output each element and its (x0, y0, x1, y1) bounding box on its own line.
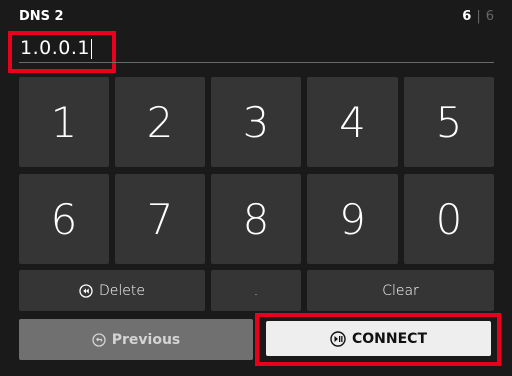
previous-label: Previous (111, 331, 181, 348)
connect-label: CONNECT (352, 330, 427, 347)
key-0[interactable]: 0 (404, 174, 494, 264)
key-9[interactable]: 9 (307, 174, 398, 264)
previous-button[interactable]: Previous (19, 319, 253, 360)
key-6[interactable]: 6 (19, 174, 109, 264)
dns-input[interactable]: 1.0.0.1 (20, 37, 92, 59)
key-7[interactable]: 7 (115, 174, 205, 264)
key-8[interactable]: 8 (211, 174, 301, 264)
key-2[interactable]: 2 (115, 77, 205, 167)
dialog-title: DNS 2 (19, 9, 64, 24)
clear-button[interactable]: Clear (307, 270, 494, 311)
play-pause-circle-icon (330, 330, 346, 347)
key-3[interactable]: 3 (211, 77, 301, 167)
step-current: 6 (462, 9, 472, 24)
rewind-circle-icon (79, 283, 93, 298)
dot-key[interactable]: . (211, 270, 301, 311)
delete-label: Delete (99, 282, 145, 299)
text-caret (90, 38, 92, 59)
step-total: 6 (485, 9, 494, 24)
key-1[interactable]: 1 (19, 77, 109, 167)
key-5[interactable]: 5 (404, 77, 494, 167)
key-4[interactable]: 4 (307, 77, 398, 167)
delete-button[interactable]: Delete (19, 270, 205, 311)
connect-button[interactable]: CONNECT (266, 321, 491, 356)
step-separator: | (476, 9, 481, 24)
step-indicator: 6 | 6 (462, 9, 494, 24)
dns-input-value: 1.0.0.1 (20, 37, 90, 59)
back-circle-icon (92, 332, 106, 347)
input-underline (19, 62, 494, 63)
